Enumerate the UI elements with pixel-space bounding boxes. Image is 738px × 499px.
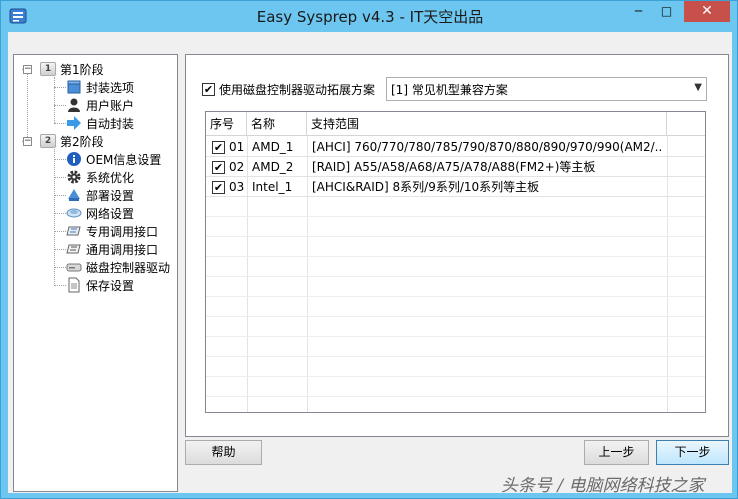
enable-extension-checkbox[interactable]: ✔ [202,82,215,96]
empty-row [206,197,705,217]
network-icon [66,205,82,221]
empty-row [206,377,705,397]
info-icon [66,151,82,167]
tree-item-label: 专用调用接口 [86,224,159,239]
column-header-index[interactable]: 序号 [206,112,247,136]
enable-extension-label: 使用磁盘控制器驱动拓展方案 [219,82,376,97]
user-icon [66,97,82,113]
row-name: AMD_2 [252,160,294,174]
tree-stage2[interactable]: 2 第2阶段 [40,132,104,150]
chevron-down-icon[interactable]: ▼ [694,82,702,93]
tree-item-deploy-settings[interactable]: 部署设置 [66,186,134,204]
stage1-badge: 1 [40,62,56,76]
empty-row [206,217,705,237]
empty-row [206,337,705,357]
row-checkbox[interactable]: ✔ [212,140,225,154]
interface-icon [66,223,82,239]
tree-item-label: 系统优化 [86,170,135,185]
gear-icon [66,169,82,185]
stage2-badge: 2 [40,134,56,148]
client-area: − 1 第1阶段 封装选项 用户账户 自动封装 − 2 第2阶段 OEM信息设置… [8,32,732,493]
tree-item-disk-controller-driver[interactable]: 磁盘控制器驱动 [66,258,170,276]
tree-item-label: 封装选项 [86,80,135,95]
table-row[interactable]: ✔ 03 Intel_1 [AHCI&RAID] 8系列/9系列/10系列等主板 [206,177,705,197]
next-button[interactable]: 下一步 [656,440,729,465]
tree-item-label: 用户账户 [86,98,135,113]
tree-stage1[interactable]: 1 第1阶段 [40,60,104,78]
tree-item-label: 保存设置 [86,278,135,293]
row-range: [AHCI] 760/770/780/785/790/870/880/890/9… [312,140,662,154]
interface-icon [66,241,82,257]
tree-item-label: 通用调用接口 [86,242,159,257]
row-checkbox[interactable]: ✔ [212,160,225,174]
arrow-right-icon [66,115,82,131]
row-index: 02 [229,160,245,174]
tree-item-generic-interface[interactable]: 通用调用接口 [66,240,158,258]
scheme-select-value: [1] 常见机型兼容方案 [391,82,508,97]
scheme-select[interactable]: [1] 常见机型兼容方案 ▼ [386,77,707,101]
row-index: 03 [229,180,245,194]
stage2-collapse-toggle[interactable]: − [23,137,32,146]
tree-item-network-settings[interactable]: 网络设置 [66,204,134,222]
tree-item-label: OEM信息设置 [86,152,162,167]
document-icon [66,277,82,293]
tree-item-user-account[interactable]: 用户账户 [66,96,134,114]
driver-table[interactable]: 序号 名称 支持范围 ✔ 01 AMD_1 [AHCI] 760/770/780/… [205,111,706,413]
row-range: [AHCI&RAID] 8系列/9系列/10系列等主板 [312,180,540,194]
row-checkbox[interactable]: ✔ [212,180,225,194]
row-index: 01 [229,140,245,154]
tree-item-system-optimize[interactable]: 系统优化 [66,168,134,186]
column-header-range[interactable]: 支持范围 [307,112,667,136]
tree-item-label: 部署设置 [86,188,135,203]
deploy-icon [66,187,82,203]
disk-controller-panel: ✔ 使用磁盘控制器驱动拓展方案 [1] 常见机型兼容方案 ▼ 序号 名称 支持范… [185,54,729,437]
tree-item-label: 网络设置 [86,206,135,221]
stage2-label: 第2阶段 [60,134,104,149]
table-header: 序号 名称 支持范围 [206,112,705,136]
empty-row [206,297,705,317]
empty-row [206,237,705,257]
title-bar[interactable]: Easy Sysprep v4.3 - IT天空出品 ─ □ ✕ [1,1,738,31]
tree-item-label: 自动封装 [86,116,135,131]
minimize-button[interactable]: ─ [625,1,652,22]
stage1-collapse-toggle[interactable]: − [23,65,32,74]
row-name: Intel_1 [252,180,293,194]
row-range: [RAID] A55/A58/A68/A75/A78/A88(FM2+)等主板 [312,160,596,174]
maximize-button[interactable]: □ [653,1,680,22]
empty-row [206,317,705,337]
empty-row [206,277,705,297]
close-button[interactable]: ✕ [684,1,730,22]
watermark-text: 头条号 / 电脑网络科技之家 [501,476,705,496]
tree-item-oem-info[interactable]: OEM信息设置 [66,150,161,168]
previous-button[interactable]: 上一步 [584,440,649,465]
navigation-tree[interactable]: − 1 第1阶段 封装选项 用户账户 自动封装 − 2 第2阶段 OEM信息设置… [13,54,178,492]
tree-item-label: 磁盘控制器驱动 [86,260,171,275]
empty-row [206,357,705,377]
empty-row [206,257,705,277]
table-row[interactable]: ✔ 01 AMD_1 [AHCI] 760/770/780/785/790/870… [206,137,705,157]
tree-item-save-settings[interactable]: 保存设置 [66,276,134,294]
tree-item-package-options[interactable]: 封装选项 [66,78,134,96]
stage1-label: 第1阶段 [60,62,104,77]
app-window: Easy Sysprep v4.3 - IT天空出品 ─ □ ✕ − 1 第1阶… [0,0,738,499]
table-row[interactable]: ✔ 02 AMD_2 [RAID] A55/A58/A68/A75/A78/A88… [206,157,705,177]
disk-icon [66,259,82,275]
help-button[interactable]: 帮助 [185,440,262,465]
package-icon [66,79,82,95]
tree-item-auto-package[interactable]: 自动封装 [66,114,134,132]
row-name: AMD_1 [252,140,294,154]
enable-extension-checkbox-row[interactable]: ✔ 使用磁盘控制器驱动拓展方案 [202,81,375,97]
column-header-name[interactable]: 名称 [247,112,307,136]
tree-item-dedicated-interface[interactable]: 专用调用接口 [66,222,158,240]
